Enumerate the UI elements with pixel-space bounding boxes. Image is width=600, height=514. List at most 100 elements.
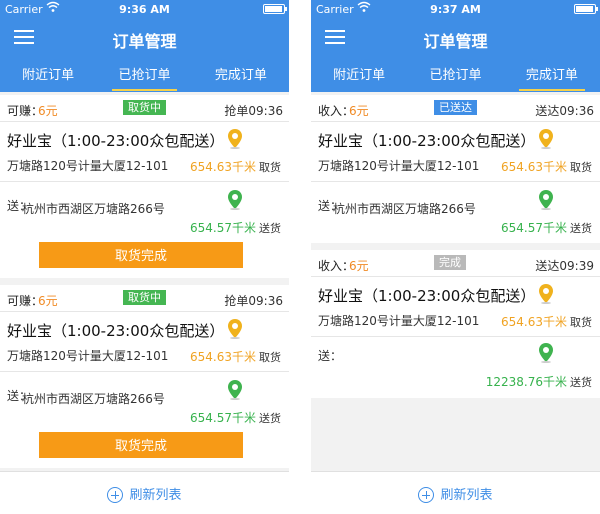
delivery-label: 送货 <box>259 412 281 425</box>
divider <box>311 121 600 122</box>
delivery-location-pin-icon <box>228 190 242 210</box>
earn-amount: 6元 <box>38 104 58 118</box>
page-title: 订单管理 <box>112 32 177 51</box>
pickup-distance: 654.63千米 取货 <box>501 313 592 330</box>
pickup-complete-button[interactable]: 取货完成 <box>39 432 243 458</box>
delivery-distance-value: 654.57千米 <box>501 221 567 235</box>
status-badge: 取货中 <box>123 290 166 305</box>
delivery-distance-value: 654.57千米 <box>190 411 256 425</box>
delivery-distance: 12238.76千米 送货 <box>486 373 592 390</box>
order-time: 送达09:39 <box>535 259 594 273</box>
delivery-distance: 654.57千米 送货 <box>501 219 592 236</box>
tab-nearby-orders[interactable]: 附近订单 <box>0 66 96 92</box>
footer-bar: 刷新列表 <box>0 471 289 514</box>
screen-gutter <box>289 0 311 514</box>
delivery-distance-value: 12238.76千米 <box>485 375 567 389</box>
delivery-location-pin-icon <box>539 190 553 210</box>
pickup-location-pin-icon <box>228 319 242 339</box>
status-bar: Carrier 9:36 AM <box>0 0 289 18</box>
order-earn-row: 可赚： 6元 取货中 抢单09:36 <box>0 95 289 121</box>
delivery-location-pin-icon <box>228 380 242 400</box>
order-earn-row: 收入： 6元 已送达 送达09:36 <box>311 95 600 121</box>
order-earn-row: 可赚： 6元 取货中 抢单09:36 <box>0 285 289 311</box>
shop-address: 万塘路120号计量大厦12-101 <box>7 159 169 173</box>
shop-name: 好业宝（1:00-23:00众包配送） <box>318 132 536 150</box>
battery-icon <box>263 4 287 14</box>
status-badge: 取货中 <box>123 100 166 115</box>
refresh-list-button[interactable]: 刷新列表 <box>311 484 600 503</box>
order-card: 可赚： 6元 取货中 抢单09:36 好业宝（1:00-23:00众包配送） 万… <box>0 285 289 468</box>
pickup-complete-button[interactable]: 取货完成 <box>39 242 243 268</box>
shop-address: 万塘路120号计量大厦12-101 <box>318 314 480 328</box>
tab-grabbed-orders[interactable]: 已抢订单 <box>96 66 192 92</box>
order-card: 收入： 6元 已送达 送达09:36 好业宝（1:00-23:00众包配送） 万… <box>311 95 600 243</box>
tab-grabbed-orders[interactable]: 已抢订单 <box>407 66 503 92</box>
order-time: 送达09:36 <box>535 104 594 118</box>
tab-nearby-orders[interactable]: 附近订单 <box>311 66 407 92</box>
pickup-label: 取货 <box>259 161 281 174</box>
pickup-distance-value: 654.63千米 <box>190 160 256 174</box>
delivery-label: 送货 <box>570 222 592 235</box>
pickup-label: 取货 <box>570 161 592 174</box>
battery-icon <box>574 4 598 14</box>
divider <box>0 121 289 122</box>
status-badge: 已送达 <box>434 100 477 115</box>
shop-address: 万塘路120号计量大厦12-101 <box>318 159 480 173</box>
deliver-address: 杭州市西湖区万塘路266号 <box>22 392 165 406</box>
status-badge: 完成 <box>434 255 466 270</box>
pickup-distance: 654.63千米 取货 <box>190 348 281 365</box>
divider <box>0 311 289 312</box>
pickup-distance-value: 654.63千米 <box>501 160 567 174</box>
shop-name: 好业宝（1:00-23:00众包配送） <box>7 322 225 340</box>
shop-name: 好业宝（1:00-23:00众包配送） <box>318 287 536 305</box>
pickup-location-pin-icon <box>539 284 553 304</box>
delivery-distance-value: 654.57千米 <box>190 221 256 235</box>
app-header: Carrier 9:37 AM 订单管理 附近订单 已抢订单 完成订单 <box>311 0 600 92</box>
delivery-distance: 654.57千米 送货 <box>190 409 281 426</box>
status-time: 9:36 AM <box>119 3 170 16</box>
add-circle-icon <box>107 487 124 503</box>
earn-amount: 6元 <box>349 259 369 273</box>
phone-screen-left: Carrier 9:36 AM 订单管理 附近订单 已抢订单 完成订单 可赚： … <box>0 0 289 514</box>
deliver-address: 杭州市西湖区万塘路266号 <box>22 202 165 216</box>
order-card: 收入： 6元 完成 送达09:39 好业宝（1:00-23:00众包配送） 万塘… <box>311 250 600 398</box>
earn-amount: 6元 <box>349 104 369 118</box>
pickup-distance-value: 654.63千米 <box>190 350 256 364</box>
refresh-label: 刷新列表 <box>129 488 182 503</box>
status-time: 9:37 AM <box>430 3 481 16</box>
pickup-label: 取货 <box>259 351 281 364</box>
tab-completed-orders[interactable]: 完成订单 <box>504 66 600 92</box>
order-earn-row: 收入： 6元 完成 送达09:39 <box>311 250 600 276</box>
delivery-label: 送货 <box>570 376 592 389</box>
order-time: 抢单09:36 <box>224 104 283 118</box>
tab-completed-orders[interactable]: 完成订单 <box>193 66 289 92</box>
footer-bar: 刷新列表 <box>311 471 600 514</box>
divider <box>311 276 600 277</box>
app-header: Carrier 9:36 AM 订单管理 附近订单 已抢订单 完成订单 <box>0 0 289 92</box>
page-title: 订单管理 <box>423 32 488 51</box>
order-card: 可赚： 6元 取货中 抢单09:36 好业宝（1:00-23:00众包配送） 万… <box>0 95 289 278</box>
shop-name: 好业宝（1:00-23:00众包配送） <box>7 132 225 150</box>
delivery-location-pin-icon <box>539 343 553 363</box>
shop-address: 万塘路120号计量大厦12-101 <box>7 349 169 363</box>
pickup-distance: 654.63千米 取货 <box>190 158 281 175</box>
status-bar: Carrier 9:37 AM <box>311 0 600 18</box>
earn-amount: 6元 <box>38 294 58 308</box>
delivery-distance: 654.57千米 送货 <box>190 219 281 236</box>
order-time: 抢单09:36 <box>224 294 283 308</box>
phone-screen-right: Carrier 9:37 AM 订单管理 附近订单 已抢订单 完成订单 收入： … <box>311 0 600 514</box>
refresh-list-button[interactable]: 刷新列表 <box>0 484 289 503</box>
divider <box>0 181 289 182</box>
order-tabs: 附近订单 已抢订单 完成订单 <box>0 66 289 92</box>
add-circle-icon <box>418 487 435 503</box>
delivery-label: 送货 <box>259 222 281 235</box>
pickup-distance-value: 654.63千米 <box>501 315 567 329</box>
divider <box>311 336 600 337</box>
pickup-distance: 654.63千米 取货 <box>501 158 592 175</box>
divider <box>0 371 289 372</box>
deliver-address: 杭州市西湖区万塘路266号 <box>333 202 476 216</box>
divider <box>311 181 600 182</box>
refresh-label: 刷新列表 <box>440 488 493 503</box>
order-tabs: 附近订单 已抢订单 完成订单 <box>311 66 600 92</box>
pickup-label: 取货 <box>570 316 592 329</box>
